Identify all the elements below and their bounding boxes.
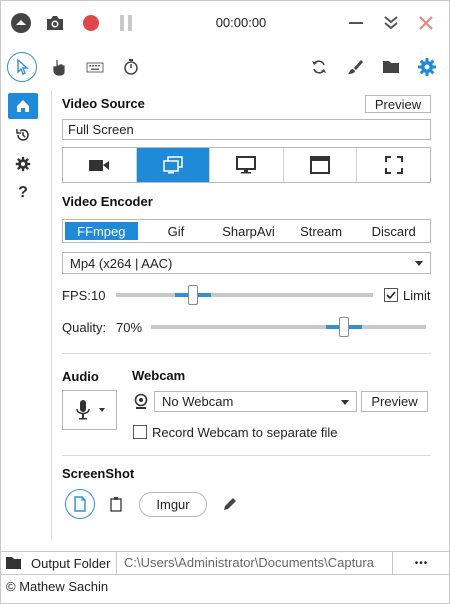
- video-source-title: Video Source: [62, 96, 145, 111]
- divider: [62, 353, 431, 354]
- encoder-tab-ffmpeg[interactable]: FFmpeg: [65, 222, 138, 240]
- region-source-icon[interactable]: [357, 148, 430, 182]
- record-icon[interactable]: [80, 12, 102, 34]
- status-bar: Output Folder C:\Users\Administrator\Doc…: [0, 551, 450, 575]
- video-encoder-tabs: FFmpeg Gif SharpAvi Stream Discard: [62, 219, 431, 243]
- hand-icon[interactable]: [47, 55, 71, 79]
- quality-slider-thumb[interactable]: [338, 317, 349, 337]
- webcam-preview-button[interactable]: Preview: [361, 391, 428, 412]
- collapse-icon[interactable]: [10, 12, 32, 34]
- folder-icon[interactable]: [379, 55, 403, 79]
- quality-slider[interactable]: [151, 325, 426, 329]
- quality-label: Quality:: [62, 320, 107, 335]
- clipboard-icon[interactable]: [106, 494, 126, 514]
- brush-icon[interactable]: [343, 55, 367, 79]
- microphone-icon: [75, 400, 90, 420]
- video-source-field[interactable]: Full Screen: [62, 119, 431, 140]
- camera-icon[interactable]: [44, 12, 66, 34]
- video-source-tabs: [62, 147, 431, 183]
- chevron-down-icon: [341, 399, 349, 405]
- audio-source-button[interactable]: [62, 390, 117, 430]
- output-folder-label: Output Folder: [31, 556, 111, 571]
- side-nav: ?: [0, 90, 52, 540]
- webcam-icon: [133, 393, 149, 411]
- history-icon[interactable]: [8, 122, 38, 148]
- home-icon[interactable]: [8, 93, 38, 119]
- timer-icon[interactable]: [119, 55, 143, 79]
- fps-slider-thumb[interactable]: [188, 285, 199, 305]
- chevron-down-icon: [415, 261, 423, 266]
- pause-icon[interactable]: [115, 12, 137, 34]
- settings-nav-icon[interactable]: [8, 151, 38, 177]
- expand-down-icon[interactable]: [380, 12, 402, 34]
- codec-select[interactable]: Mp4 (x264 | AAC): [62, 252, 431, 274]
- quality-value: 70%: [116, 320, 143, 335]
- recording-timer: 00:00:00: [215, 15, 267, 30]
- webcam-select[interactable]: No Webcam: [154, 391, 357, 412]
- limit-checkbox[interactable]: [384, 288, 398, 302]
- separate-file-checkbox[interactable]: [133, 425, 147, 439]
- chevron-down-icon: [98, 408, 105, 412]
- screenshot-title: ScreenShot: [62, 466, 135, 481]
- output-folder-path[interactable]: C:\Users\Administrator\Documents\Captura: [118, 552, 393, 574]
- close-icon[interactable]: [415, 12, 437, 34]
- help-icon[interactable]: ?: [8, 180, 38, 206]
- settings-icon[interactable]: [415, 55, 439, 79]
- more-options-button[interactable]: •••: [393, 552, 450, 574]
- limit-label: Limit: [403, 288, 431, 303]
- pencil-icon[interactable]: [220, 494, 240, 514]
- tool-bar: [0, 46, 450, 88]
- screen-source-icon[interactable]: [136, 148, 211, 182]
- encoder-tab-discard[interactable]: Discard: [357, 220, 430, 242]
- fps-label: FPS:: [62, 288, 91, 303]
- codec-select-value: Mp4 (x264 | AAC): [70, 255, 173, 271]
- imgur-button[interactable]: Imgur: [139, 492, 207, 517]
- encoder-tab-sharpavi[interactable]: SharpAvi: [212, 220, 285, 242]
- encoder-tab-stream[interactable]: Stream: [285, 220, 358, 242]
- video-encoder-title: Video Encoder: [62, 194, 153, 209]
- keyboard-icon[interactable]: [83, 55, 107, 79]
- fps-value: 10: [91, 288, 106, 303]
- encoder-tab-gif[interactable]: Gif: [140, 220, 213, 242]
- save-to-disk-button[interactable]: [65, 489, 95, 519]
- video-source-preview-button[interactable]: Preview: [365, 95, 431, 113]
- cursor-icon[interactable]: [7, 52, 37, 82]
- minimize-icon[interactable]: [345, 12, 367, 34]
- file-icon: [74, 496, 86, 512]
- refresh-icon[interactable]: [307, 55, 331, 79]
- fps-slider[interactable]: [116, 293, 373, 297]
- title-bar: 00:00:00: [0, 0, 450, 46]
- copyright-footer: © Mathew Sachin: [6, 579, 109, 594]
- webcam-select-value: No Webcam: [162, 394, 234, 409]
- webcam-source-icon[interactable]: [63, 148, 137, 182]
- monitor-source-icon[interactable]: [210, 148, 284, 182]
- divider: [62, 455, 431, 456]
- window-source-icon[interactable]: [284, 148, 358, 182]
- audio-title: Audio: [62, 369, 99, 384]
- separate-file-label: Record Webcam to separate file: [152, 425, 338, 440]
- webcam-title: Webcam: [132, 368, 186, 383]
